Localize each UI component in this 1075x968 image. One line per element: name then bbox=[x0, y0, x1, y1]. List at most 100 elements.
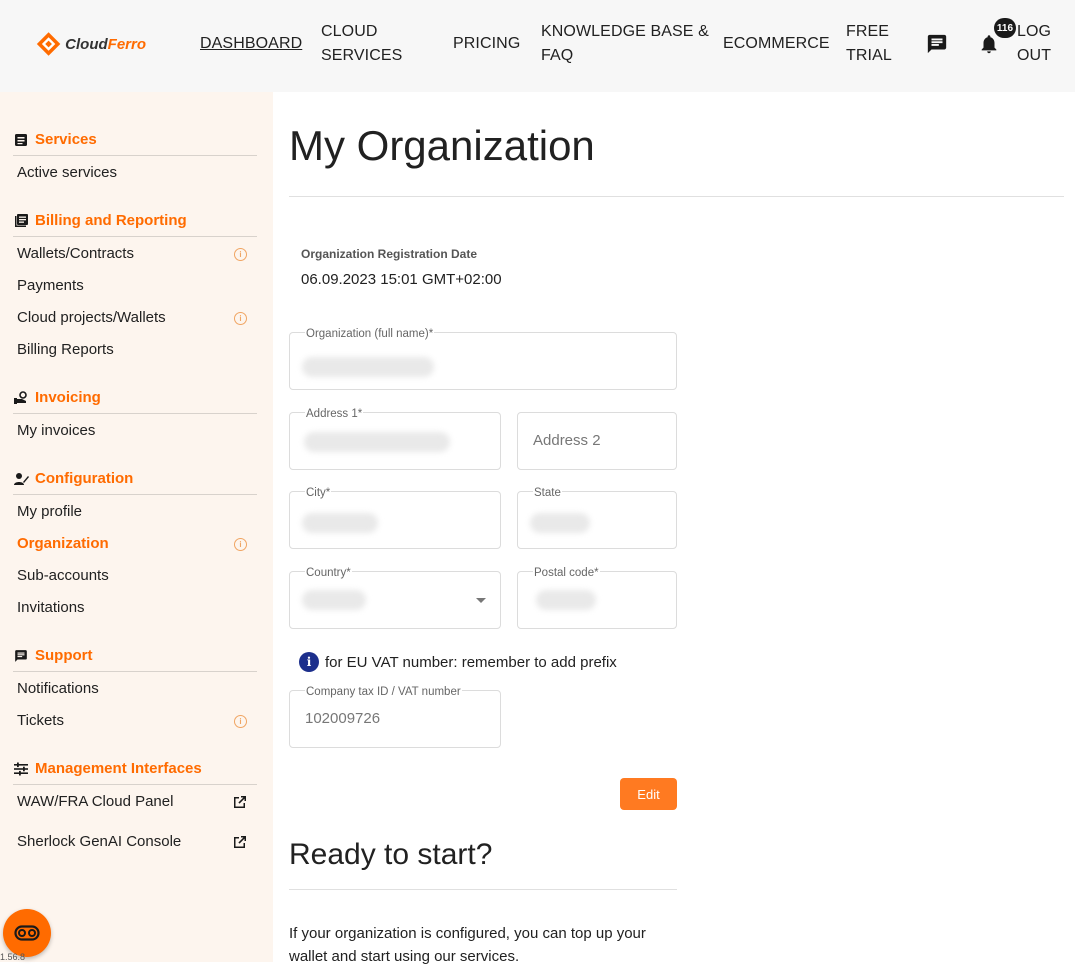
sidebar-section-services: Services bbox=[13, 124, 257, 156]
section-divider bbox=[289, 889, 677, 890]
messages-icon[interactable] bbox=[926, 33, 948, 60]
sidebar-section-support: Support bbox=[13, 640, 257, 672]
management-icon bbox=[13, 761, 29, 777]
nav-pricing[interactable]: PRICING bbox=[453, 32, 520, 56]
sidebar-item-sub-accounts[interactable]: Sub-accounts bbox=[17, 564, 247, 588]
info-icon[interactable]: i bbox=[234, 311, 247, 325]
field-placeholder: Address 2 bbox=[533, 432, 601, 449]
page-title: My Organization bbox=[289, 122, 595, 169]
accessibility-toggle-button[interactable] bbox=[3, 909, 51, 957]
notifications-bell-icon[interactable] bbox=[978, 33, 1000, 60]
sidebar-item-billing-reports[interactable]: Billing Reports bbox=[17, 338, 247, 362]
info-icon[interactable]: i bbox=[234, 537, 247, 551]
field-label: Country* bbox=[305, 567, 352, 579]
edit-button[interactable]: Edit bbox=[620, 778, 677, 810]
nav-log-out-line2: OUT bbox=[1017, 47, 1052, 64]
top-navigation-bar: CloudFerro DASHBOARD CLOUD SERVICES PRIC… bbox=[0, 0, 1075, 92]
nav-cloud-services-line1: CLOUD bbox=[321, 23, 378, 40]
sidebar-item-label: Sub-accounts bbox=[17, 567, 109, 584]
state-field[interactable]: State bbox=[517, 487, 677, 549]
ready-to-start-heading: Ready to start? bbox=[289, 838, 493, 871]
info-circle-icon: i bbox=[299, 652, 319, 672]
field-label: City* bbox=[305, 487, 332, 499]
sidebar-section-configuration: Configuration bbox=[13, 463, 257, 495]
postal-code-field[interactable]: Postal code* bbox=[517, 567, 677, 629]
nav-ecommerce[interactable]: ECOMMERCE bbox=[723, 32, 830, 56]
nav-cloud-services[interactable]: CLOUD SERVICES bbox=[321, 20, 402, 68]
toggle-icon bbox=[14, 925, 40, 941]
configuration-icon bbox=[13, 471, 29, 487]
cloudferro-logo-icon bbox=[36, 32, 61, 56]
registration-date-label: Organization Registration Date bbox=[301, 247, 478, 261]
sidebar-item-organization[interactable]: Organization i bbox=[17, 532, 247, 556]
nav-log-out[interactable]: LOG OUT bbox=[1017, 20, 1051, 68]
redacted-value bbox=[530, 513, 590, 533]
sidebar-item-payments[interactable]: Payments bbox=[17, 274, 247, 298]
address2-field[interactable]: Address 2 bbox=[517, 412, 677, 470]
sidebar-item-my-invoices[interactable]: My invoices bbox=[17, 419, 247, 443]
sidebar-item-tickets[interactable]: Tickets i bbox=[17, 709, 247, 733]
sidebar-item-notifications[interactable]: Notifications bbox=[17, 677, 247, 701]
sidebar-section-management: Management Interfaces bbox=[13, 753, 257, 785]
sidebar-item-sherlock-genai-console[interactable]: Sherlock GenAI Console bbox=[17, 830, 247, 854]
logo-wordmark: CloudFerro bbox=[65, 35, 146, 53]
section-title: Services bbox=[35, 131, 97, 148]
sidebar-item-label: Sherlock GenAI Console bbox=[17, 833, 182, 850]
vat-note-text: for EU VAT number: remember to add prefi… bbox=[325, 653, 617, 671]
dropdown-caret-icon[interactable] bbox=[476, 598, 486, 603]
field-label: Company tax ID / VAT number bbox=[305, 686, 462, 698]
sidebar-item-label: Payments bbox=[17, 277, 84, 294]
sidebar-item-waw-fra-cloud-panel[interactable]: WAW/FRA Cloud Panel bbox=[17, 790, 247, 814]
sidebar-item-label: Active services bbox=[17, 164, 118, 181]
sidebar-item-wallets-contracts[interactable]: Wallets/Contracts i bbox=[17, 242, 247, 266]
nav-knowledge-base[interactable]: KNOWLEDGE BASE & FAQ bbox=[541, 20, 709, 68]
sidebar-item-invitations[interactable]: Invitations bbox=[17, 596, 247, 620]
redacted-value bbox=[536, 590, 596, 610]
sidebar-item-label: My profile bbox=[17, 503, 83, 520]
sidebar-item-active-services[interactable]: Active services bbox=[17, 161, 247, 185]
info-icon[interactable]: i bbox=[234, 714, 247, 728]
sidebar-item-label: Cloud projects/Wallets bbox=[17, 309, 166, 326]
nav-free-trial-line1: FREE bbox=[846, 23, 890, 40]
billing-icon bbox=[13, 213, 29, 229]
sidebar-item-label: Tickets bbox=[17, 712, 64, 729]
sidebar-item-label: Invitations bbox=[17, 599, 85, 616]
nav-knowledge-base-line1: KNOWLEDGE BASE & bbox=[541, 23, 709, 40]
section-title: Invoicing bbox=[35, 389, 101, 406]
ready-to-start-text: If your organization is configured, you … bbox=[289, 925, 646, 965]
redacted-value bbox=[302, 590, 366, 610]
sidebar-item-label: Notifications bbox=[17, 680, 99, 697]
app-version: 1.56.8 bbox=[0, 952, 26, 962]
sidebar-section-invoicing: Invoicing bbox=[13, 382, 257, 414]
field-label: Postal code* bbox=[533, 567, 600, 579]
external-link-icon bbox=[234, 836, 246, 848]
info-icon[interactable]: i bbox=[234, 247, 247, 261]
nav-ecommerce-label: ECOMMERCE bbox=[723, 35, 830, 52]
sidebar-item-label: My invoices bbox=[17, 422, 96, 439]
nav-free-trial[interactable]: FREE TRIAL bbox=[846, 20, 892, 68]
registration-date-value: 06.09.2023 15:01 GMT+02:00 bbox=[301, 271, 502, 288]
section-title: Configuration bbox=[35, 470, 134, 487]
nav-dashboard[interactable]: DASHBOARD bbox=[200, 32, 302, 56]
organization-name-field[interactable]: Organization (full name)* bbox=[289, 328, 677, 390]
nav-log-out-line1: LOG bbox=[1017, 23, 1052, 40]
title-divider bbox=[289, 196, 1064, 197]
cloudferro-logo[interactable]: CloudFerro bbox=[36, 29, 146, 59]
section-title: Billing and Reporting bbox=[35, 212, 187, 229]
sidebar-item-label: Billing Reports bbox=[17, 341, 114, 358]
country-select[interactable]: Country* bbox=[289, 567, 501, 629]
invoice-icon bbox=[13, 390, 29, 406]
nav-pricing-label: PRICING bbox=[453, 35, 521, 52]
sidebar-item-cloud-projects-wallets[interactable]: Cloud projects/Wallets i bbox=[17, 306, 247, 330]
city-field[interactable]: City* bbox=[289, 487, 501, 549]
tax-id-field[interactable]: Company tax ID / VAT number 102009726 bbox=[289, 686, 501, 748]
vat-info-note: i for EU VAT number: remember to add pre… bbox=[299, 652, 617, 672]
field-label: Address 1* bbox=[305, 408, 364, 420]
tax-id-value: 102009726 bbox=[305, 710, 381, 727]
redacted-value bbox=[302, 357, 434, 377]
address1-field[interactable]: Address 1* bbox=[289, 408, 501, 470]
support-icon bbox=[13, 648, 29, 664]
field-label: State bbox=[533, 487, 562, 499]
sidebar-item-my-profile[interactable]: My profile bbox=[17, 500, 247, 524]
services-icon bbox=[13, 132, 29, 148]
